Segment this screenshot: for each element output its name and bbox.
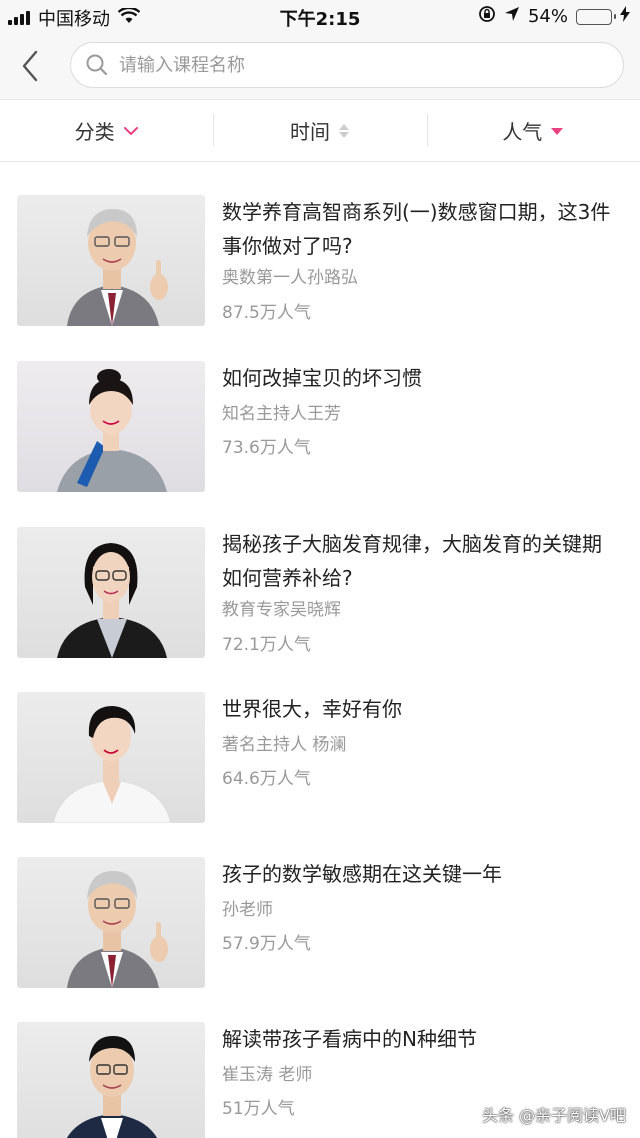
search-box[interactable] [70, 42, 624, 88]
portrait-man-gray-hair-image [67, 209, 168, 326]
sort-icon [338, 123, 350, 139]
course-item[interactable]: 如何改掉宝贝的坏习惯 知名主持人王芳 73.6万人气 [0, 361, 640, 526]
course-popularity: 72.1万人气 [222, 635, 311, 655]
course-title: 解读带孩子看病中的N种细节 [222, 1027, 477, 1051]
course-author: 孙老师 [222, 900, 273, 920]
course-thumbnail [17, 692, 205, 823]
location-icon [504, 6, 520, 27]
course-thumbnail [17, 527, 205, 658]
course-title: 揭秘孩子大脑发育规律，大脑发育的关键期如何营养补给? [222, 532, 602, 590]
course-thumbnail [17, 361, 205, 492]
course-author: 知名主持人王芳 [222, 404, 341, 424]
filter-bar: 分类 时间 人气 [0, 100, 640, 162]
filter-category[interactable]: 分类 [0, 100, 213, 161]
course-title: 世界很大，幸好有你 [222, 697, 402, 721]
course-popularity: 51万人气 [222, 1099, 295, 1119]
course-item[interactable]: 世界很大，幸好有你 著名主持人 杨澜 64.6万人气 [0, 692, 640, 857]
portrait-man-glasses-image [66, 1036, 158, 1138]
filter-time-label: 时间 [289, 120, 330, 144]
course-item[interactable]: 揭秘孩子大脑发育规律，大脑发育的关键期如何营养补给? 教育专家吴晓辉 72.1万… [0, 527, 640, 692]
course-author: 崔玉涛 老师 [222, 1065, 313, 1085]
course-popularity: 73.6万人气 [222, 438, 311, 458]
course-title: 孩子的数学敏感期在这关键一年 [222, 862, 502, 886]
course-thumbnail [17, 1022, 205, 1138]
course-author: 著名主持人 杨澜 [222, 735, 347, 755]
portrait-man-gray-hair-image [67, 871, 168, 988]
watermark: 头条 @亲子阅读V吧 [481, 1106, 626, 1125]
course-popularity: 87.5万人气 [222, 303, 311, 323]
battery-icon [576, 8, 616, 25]
caret-down-icon [550, 126, 564, 136]
rotation-lock-icon [478, 5, 496, 28]
back-button[interactable] [16, 48, 48, 84]
chevron-down-icon [123, 126, 139, 136]
course-popularity: 64.6万人气 [222, 769, 311, 789]
filter-time[interactable]: 时间 [213, 100, 426, 161]
search-input[interactable] [119, 54, 579, 76]
course-thumbnail [17, 857, 205, 988]
battery-percent: 54% [527, 6, 568, 27]
filter-popularity[interactable]: 人气 [426, 100, 640, 161]
course-title: 如何改掉宝贝的坏习惯 [222, 366, 422, 390]
status-bar: 中国移动 下午2:15 54% [0, 0, 640, 32]
portrait-woman-glasses-image [57, 543, 167, 658]
course-thumbnail [17, 195, 205, 326]
course-title: 数学养育高智商系列(一)数感窗口期，这3件事你做对了吗? [222, 200, 611, 258]
course-item[interactable]: 数学养育高智商系列(一)数感窗口期，这3件事你做对了吗? 奥数第一人孙路弘 87… [0, 195, 640, 360]
filter-category-label: 分类 [74, 120, 115, 144]
course-author: 教育专家吴晓辉 [222, 600, 341, 620]
portrait-woman-white-shirt-image [52, 706, 172, 823]
portrait-woman-blue-scarf-image [57, 369, 167, 492]
course-item[interactable]: 孩子的数学敏感期在这关键一年 孙老师 57.9万人气 [0, 857, 640, 1022]
filter-popularity-label: 人气 [502, 120, 543, 144]
charging-icon [620, 6, 630, 27]
course-popularity: 57.9万人气 [222, 934, 311, 954]
search-header [0, 32, 640, 100]
chevron-left-icon [22, 50, 38, 82]
course-author: 奥数第一人孙路弘 [222, 268, 358, 288]
search-icon [86, 54, 108, 76]
